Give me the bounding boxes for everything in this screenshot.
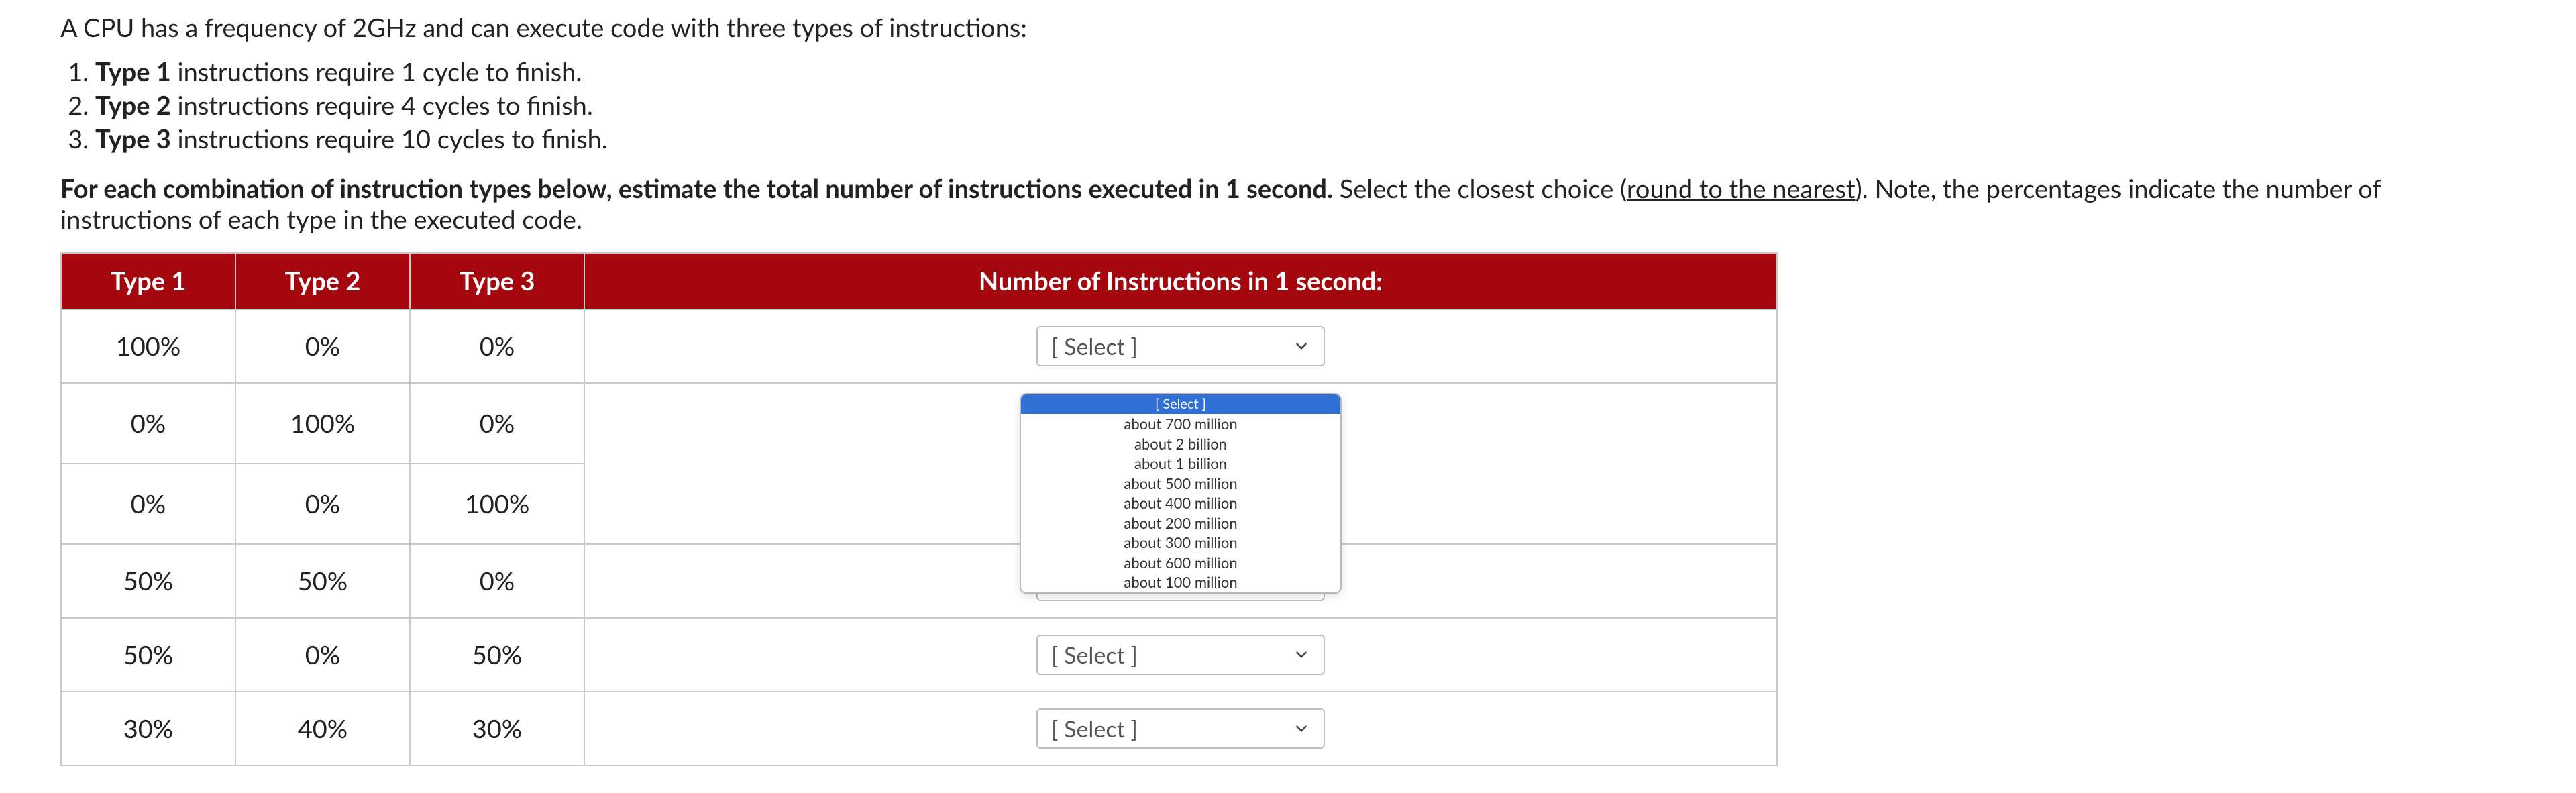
type-2-item: Type 2 instructions require 4 cycles to … [95, 90, 2516, 121]
cell-t2: 50% [235, 544, 410, 618]
type-1-desc: instructions require 1 cycle to finish. [171, 56, 582, 87]
dropdown-option[interactable]: about 2 billion [1021, 434, 1340, 454]
select-placeholder: [ Select ] [1051, 333, 1138, 360]
type-1-label: Type 1 [95, 56, 171, 87]
header-type1: Type 1 [61, 253, 235, 309]
type-3-desc: instructions require 10 cycles to finish… [171, 123, 608, 154]
select-placeholder: [ Select ] [1051, 641, 1138, 669]
type-3-label: Type 3 [95, 123, 171, 154]
cell-t1: 100% [61, 309, 235, 383]
cell-t1: 30% [61, 692, 235, 765]
cell-t2: 0% [235, 309, 410, 383]
intro-text: A CPU has a frequency of 2GHz and can ex… [60, 12, 2516, 43]
cell-t1: 0% [61, 383, 235, 464]
header-type3: Type 3 [410, 253, 584, 309]
prompt-text: For each combination of instruction type… [60, 173, 2516, 235]
cell-t2: 0% [235, 618, 410, 692]
prompt-underline: round to the nearest [1627, 173, 1856, 204]
answer-select-row2-open[interactable]: [ Select ] about 700 million about 2 bil… [1020, 393, 1342, 594]
header-type2: Type 2 [235, 253, 410, 309]
type-3-item: Type 3 instructions require 10 cycles to… [95, 123, 2516, 154]
cell-t3: 0% [410, 544, 584, 618]
answer-cell: [ Select ] [584, 309, 1777, 383]
type-1-item: Type 1 instructions require 1 cycle to f… [95, 56, 2516, 87]
table-row: 30% 40% 30% [ Select ] [61, 692, 1777, 765]
answer-select-row6[interactable]: [ Select ] [1036, 708, 1325, 749]
cell-t2: 0% [235, 464, 410, 544]
answer-cell-open: [ Select ] about 700 million about 2 bil… [584, 383, 1777, 544]
dropdown-option[interactable]: about 1 billion [1021, 454, 1340, 474]
prompt-rest-a: Select the closest choice ( [1333, 173, 1627, 204]
answer-cell: [ Select ] [584, 618, 1777, 692]
cell-t2: 100% [235, 383, 410, 464]
table-row: 50% 50% 0% [ Select ] [61, 544, 1777, 618]
table-row: 50% 0% 50% [ Select ] [61, 618, 1777, 692]
dropdown-option[interactable]: about 700 million [1021, 414, 1340, 434]
dropdown-option[interactable]: about 500 million [1021, 474, 1340, 494]
chevron-down-icon [1293, 715, 1310, 743]
select-placeholder: [ Select ] [1051, 715, 1138, 743]
cell-t3: 0% [410, 383, 584, 464]
instruction-types-list: Type 1 instructions require 1 cycle to f… [95, 56, 2516, 154]
cell-t1: 50% [61, 618, 235, 692]
table-header-row: Type 1 Type 2 Type 3 Number of Instructi… [61, 253, 1777, 309]
dropdown-option[interactable]: about 600 million [1021, 553, 1340, 573]
dropdown-option[interactable]: about 200 million [1021, 513, 1340, 533]
type-2-desc: instructions require 4 cycles to finish. [171, 90, 593, 121]
cell-t1: 0% [61, 464, 235, 544]
cell-t3: 100% [410, 464, 584, 544]
header-answer: Number of Instructions in 1 second: [584, 253, 1777, 309]
answer-cell: [ Select ] [584, 692, 1777, 765]
cell-t2: 40% [235, 692, 410, 765]
combinations-table: Type 1 Type 2 Type 3 Number of Instructi… [60, 252, 1778, 766]
answer-select-row1[interactable]: [ Select ] [1036, 326, 1325, 366]
dropdown-option[interactable]: about 100 million [1021, 572, 1340, 592]
dropdown-option[interactable]: about 300 million [1021, 533, 1340, 553]
chevron-down-icon [1293, 333, 1310, 360]
dropdown-option[interactable]: about 400 million [1021, 493, 1340, 513]
table-row: 100% 0% 0% [ Select ] [61, 309, 1777, 383]
table-row: 0% 100% 0% [ Select ] about 700 million … [61, 383, 1777, 464]
chevron-down-icon [1293, 641, 1310, 669]
type-2-label: Type 2 [95, 90, 171, 121]
cell-t3: 0% [410, 309, 584, 383]
cell-t3: 30% [410, 692, 584, 765]
answer-select-row5[interactable]: [ Select ] [1036, 635, 1325, 675]
cell-t3: 50% [410, 618, 584, 692]
prompt-bold: For each combination of instruction type… [60, 173, 1333, 204]
dropdown-header[interactable]: [ Select ] [1021, 394, 1340, 414]
cell-t1: 50% [61, 544, 235, 618]
